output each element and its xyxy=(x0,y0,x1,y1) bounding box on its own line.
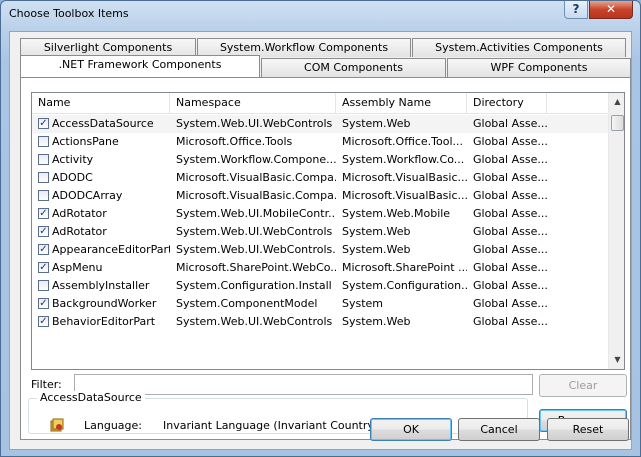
cell-name: ADODCArray xyxy=(52,189,123,202)
cell-directory: Global Asse... xyxy=(473,297,547,310)
cell-name: AssemblyInstaller xyxy=(52,279,150,292)
dialog-client-area: Silverlight Components System.Workflow C… xyxy=(9,31,632,450)
reset-button[interactable]: Reset xyxy=(547,418,629,441)
cell-namespace: System.Configuration.Install xyxy=(176,279,332,292)
language-label: Language: xyxy=(84,419,142,432)
vertical-scrollbar[interactable]: ▲ ▼ xyxy=(608,93,624,369)
cell-name: Activity xyxy=(52,153,94,166)
column-header-namespace[interactable]: Namespace xyxy=(170,93,336,114)
cell-directory: Global Asse... xyxy=(473,225,547,238)
cell-namespace: Microsoft.Office.Tools xyxy=(176,135,293,148)
cell-name: AspMenu xyxy=(52,261,103,274)
table-row[interactable]: ✓ AccessDataSource System.Web.UI.WebContro… xyxy=(32,115,608,133)
scroll-down-icon[interactable]: ▼ xyxy=(610,352,624,368)
cell-name: AccessDataSource xyxy=(52,117,154,130)
column-header-name[interactable]: Name xyxy=(32,93,170,114)
cell-namespace: System.Workflow.Compone... xyxy=(176,153,336,166)
close-button[interactable]: ✕ xyxy=(589,1,633,19)
table-row[interactable]: ✓ BackgroundWorker System.ComponentModel Sy… xyxy=(32,295,608,313)
cell-name: BackgroundWorker xyxy=(52,297,157,310)
cell-assembly-name: System.Web xyxy=(342,225,411,238)
table-row[interactable]: AssemblyInstaller System.Configuration.In… xyxy=(32,277,608,295)
cell-name: ADODC xyxy=(52,171,93,184)
list-header: Name Namespace Assembly Name Directory xyxy=(32,93,608,114)
cell-assembly-name: Microsoft.Office.Tool... xyxy=(342,135,464,148)
cell-directory: Global Asse... xyxy=(473,315,547,328)
cell-directory: Global Asse... xyxy=(473,243,547,256)
tab-panel: Name Namespace Assembly Name Directory ✓… xyxy=(20,77,631,440)
components-list[interactable]: Name Namespace Assembly Name Directory ✓… xyxy=(31,92,625,370)
cell-directory: Global Asse... xyxy=(473,153,547,166)
title-bar[interactable]: Choose Toolbox Items ? ✕ xyxy=(1,1,640,27)
table-row[interactable]: ✓ BehaviorEditorPart System.Web.UI.WebCont… xyxy=(32,313,608,331)
cell-directory: Global Asse... xyxy=(473,189,547,202)
cancel-button[interactable]: Cancel xyxy=(458,418,540,441)
cell-namespace: System.ComponentModel xyxy=(176,297,318,310)
cell-directory: Global Asse... xyxy=(473,261,547,274)
cell-name: AdRotator xyxy=(52,225,107,238)
ok-button[interactable]: OK xyxy=(370,418,452,441)
cell-name: AdRotator xyxy=(52,207,107,220)
cell-assembly-name: Microsoft.VisualBasic... xyxy=(342,189,467,202)
cell-assembly-name: System.Web xyxy=(342,315,411,328)
cell-directory: Global Asse... xyxy=(473,135,547,148)
list-rows: ✓ AccessDataSource System.Web.UI.WebContro… xyxy=(32,115,608,369)
cell-directory: Global Asse... xyxy=(473,171,547,184)
scroll-up-icon[interactable]: ▲ xyxy=(610,94,624,110)
cell-assembly-name: System.Configuration.... xyxy=(342,279,467,292)
help-button[interactable]: ? xyxy=(564,1,588,19)
cell-assembly-name: System.Web xyxy=(342,117,411,130)
table-row[interactable]: Activity System.Workflow.Compone... System… xyxy=(32,151,608,169)
cell-assembly-name: System.Workflow.Co... xyxy=(342,153,465,166)
table-row[interactable]: ADODC Microsoft.VisualBasic.Compa... Micro… xyxy=(32,169,608,187)
cell-directory: Global Asse... xyxy=(473,279,547,292)
tab-system-activities-components[interactable]: System.Activities Components xyxy=(412,38,626,57)
table-row[interactable]: ADODCArray Microsoft.VisualBasic.Compa...… xyxy=(32,187,608,205)
table-row[interactable]: ✓ AdRotator System.Web.UI.WebControls Syste… xyxy=(32,223,608,241)
cell-namespace: System.Web.UI.MobileContr... xyxy=(176,207,336,220)
cell-namespace: System.Web.UI.WebControls xyxy=(176,315,333,328)
table-row[interactable]: ✓ AppearanceEditorPart System.Web.UI.WebCo… xyxy=(32,241,608,259)
cell-namespace: System.Web.UI.WebControls xyxy=(176,117,333,130)
scroll-thumb[interactable] xyxy=(611,115,624,131)
dialog-window: Choose Toolbox Items ? ✕ Silverlight Com… xyxy=(0,0,641,457)
cell-namespace: Microsoft.SharePoint.WebCo... xyxy=(176,261,336,274)
cell-directory: Global Asse... xyxy=(473,207,547,220)
table-row[interactable]: ✓ AdRotator System.Web.UI.MobileContr... Sy… xyxy=(32,205,608,223)
language-value: Invariant Language (Invariant Country) xyxy=(163,419,379,432)
cell-directory: Global Asse... xyxy=(473,117,547,130)
cell-namespace: Microsoft.VisualBasic.Compa... xyxy=(176,171,336,184)
cell-namespace: System.Web.UI.WebControls xyxy=(176,225,333,238)
cell-assembly-name: System xyxy=(342,297,384,310)
cell-name: ActionsPane xyxy=(52,135,119,148)
clear-button[interactable]: Clear xyxy=(539,374,627,397)
cell-name: BehaviorEditorPart xyxy=(52,315,156,328)
cell-assembly-name: System.Web xyxy=(342,243,411,256)
cell-assembly-name: System.Web.Mobile xyxy=(342,207,451,220)
table-row[interactable]: ActionsPane Microsoft.Office.Tools Microso… xyxy=(32,133,608,151)
cell-name: AppearanceEditorPart xyxy=(52,243,170,256)
column-header-directory[interactable]: Directory xyxy=(467,93,547,114)
window-title: Choose Toolbox Items xyxy=(9,7,129,20)
tab-net-framework-components[interactable]: .NET Framework Components xyxy=(20,55,260,77)
component-icon xyxy=(50,418,64,432)
cell-assembly-name: Microsoft.SharePoint ... xyxy=(342,261,467,274)
cell-namespace: Microsoft.VisualBasic.Compa... xyxy=(176,189,336,202)
selected-item-title: AccessDataSource xyxy=(37,391,145,404)
table-row[interactable]: ✓ AspMenu Microsoft.SharePoint.WebCo... Mic… xyxy=(32,259,608,277)
tab-wpf-components[interactable]: WPF Components xyxy=(447,58,631,77)
column-header-assembly-name[interactable]: Assembly Name xyxy=(336,93,467,114)
tab-com-components[interactable]: COM Components xyxy=(261,58,446,77)
cell-assembly-name: Microsoft.VisualBasic... xyxy=(342,171,467,184)
filter-label: Filter: xyxy=(31,378,62,391)
cell-namespace: System.Web.UI.WebControls.... xyxy=(176,243,336,256)
